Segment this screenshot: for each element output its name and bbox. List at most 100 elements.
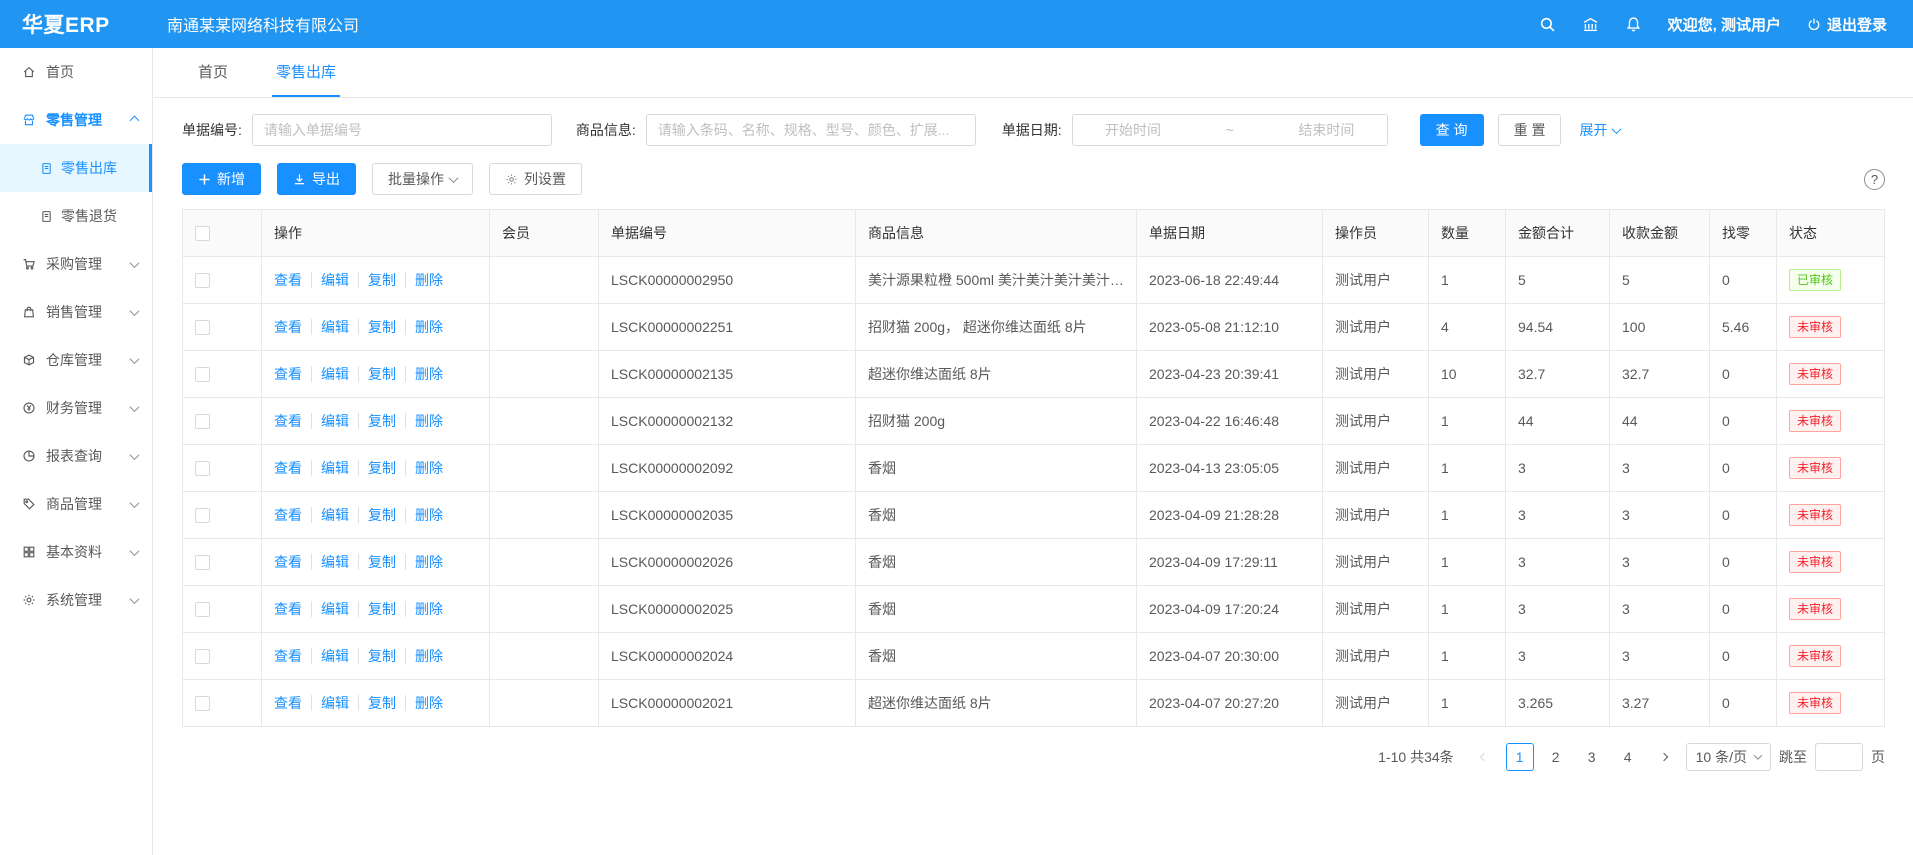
copy-link[interactable]: 复制 xyxy=(358,695,396,711)
delete-link[interactable]: 删除 xyxy=(405,601,443,617)
sidebar-item-home[interactable]: 首页 xyxy=(0,48,152,96)
sidebar-item-retail-outbound[interactable]: 零售出库 xyxy=(0,144,152,192)
chevron-right-icon xyxy=(1659,753,1667,761)
export-button[interactable]: 导出 xyxy=(277,163,356,195)
search-button[interactable]: 查 询 xyxy=(1420,114,1484,146)
sidebar-item-system[interactable]: 系统管理 xyxy=(0,576,152,624)
view-link[interactable]: 查看 xyxy=(274,648,302,664)
edit-link[interactable]: 编辑 xyxy=(311,272,349,288)
edit-link[interactable]: 编辑 xyxy=(311,601,349,617)
row-checkbox[interactable] xyxy=(195,320,210,335)
column-settings-button[interactable]: 列设置 xyxy=(489,163,582,195)
edit-link[interactable]: 编辑 xyxy=(311,554,349,570)
sidebar-item-sales[interactable]: 销售管理 xyxy=(0,288,152,336)
copy-link[interactable]: 复制 xyxy=(358,648,396,664)
row-checkbox[interactable] xyxy=(195,649,210,664)
row-checkbox[interactable] xyxy=(195,414,210,429)
bell-icon[interactable] xyxy=(1625,16,1642,33)
cell-total: 3 xyxy=(1506,633,1610,680)
copy-link[interactable]: 复制 xyxy=(358,460,396,476)
view-link[interactable]: 查看 xyxy=(274,601,302,617)
row-checkbox[interactable] xyxy=(195,696,210,711)
row-checkbox[interactable] xyxy=(195,273,210,288)
date-range-input[interactable]: 开始时间 ~ 结束时间 xyxy=(1072,114,1388,146)
page-button-3[interactable]: 3 xyxy=(1578,743,1606,771)
cell-status: 未审核 xyxy=(1777,304,1885,351)
row-checkbox[interactable] xyxy=(195,367,210,382)
search-icon[interactable] xyxy=(1539,16,1556,33)
delete-link[interactable]: 删除 xyxy=(405,319,443,335)
copy-link[interactable]: 复制 xyxy=(358,507,396,523)
row-checkbox[interactable] xyxy=(195,602,210,617)
sidebar-item-retail[interactable]: 零售管理 xyxy=(0,96,152,144)
sidebar-item-reports[interactable]: 报表查询 xyxy=(0,432,152,480)
tab-retail-outbound[interactable]: 零售出库 xyxy=(272,48,340,97)
cell-status: 已审核 xyxy=(1777,257,1885,304)
sidebar-item-finance[interactable]: 财务管理 xyxy=(0,384,152,432)
view-link[interactable]: 查看 xyxy=(274,554,302,570)
edit-link[interactable]: 编辑 xyxy=(311,507,349,523)
next-page-button[interactable] xyxy=(1650,743,1678,771)
bill-no-label: 单据编号: xyxy=(182,120,242,140)
batch-actions-button[interactable]: 批量操作 xyxy=(372,163,473,195)
cell-operator: 测试用户 xyxy=(1323,257,1429,304)
copy-link[interactable]: 复制 xyxy=(358,554,396,570)
delete-link[interactable]: 删除 xyxy=(405,554,443,570)
help-icon[interactable]: ? xyxy=(1864,169,1885,190)
row-checkbox[interactable] xyxy=(195,555,210,570)
view-link[interactable]: 查看 xyxy=(274,413,302,429)
view-link[interactable]: 查看 xyxy=(274,507,302,523)
edit-link[interactable]: 编辑 xyxy=(311,460,349,476)
add-button[interactable]: 新增 xyxy=(182,163,261,195)
copy-link[interactable]: 复制 xyxy=(358,601,396,617)
cell-total: 3.265 xyxy=(1506,680,1610,727)
copy-link[interactable]: 复制 xyxy=(358,366,396,382)
edit-link[interactable]: 编辑 xyxy=(311,648,349,664)
page-button-2[interactable]: 2 xyxy=(1542,743,1570,771)
logout-button[interactable]: 退出登录 xyxy=(1807,14,1887,35)
view-link[interactable]: 查看 xyxy=(274,366,302,382)
cell-goods: 超迷你维达面纸 8片 xyxy=(856,351,1137,398)
view-link[interactable]: 查看 xyxy=(274,460,302,476)
jump-page-input[interactable] xyxy=(1815,743,1863,771)
delete-link[interactable]: 删除 xyxy=(405,272,443,288)
page-button-1[interactable]: 1 xyxy=(1506,743,1534,771)
page-size-select[interactable]: 10 条/页 xyxy=(1686,743,1771,771)
bank-icon[interactable] xyxy=(1582,16,1599,33)
delete-link[interactable]: 删除 xyxy=(405,366,443,382)
column-header-operator: 操作员 xyxy=(1323,210,1429,257)
view-link[interactable]: 查看 xyxy=(274,695,302,711)
prev-page-button[interactable] xyxy=(1470,743,1498,771)
tab-home[interactable]: 首页 xyxy=(194,48,232,97)
app-logo: 华夏ERP xyxy=(0,9,153,39)
sidebar-item-basedata[interactable]: 基本资料 xyxy=(0,528,152,576)
delete-link[interactable]: 删除 xyxy=(405,648,443,664)
select-all-checkbox[interactable] xyxy=(195,226,210,241)
view-link[interactable]: 查看 xyxy=(274,272,302,288)
edit-link[interactable]: 编辑 xyxy=(311,695,349,711)
delete-link[interactable]: 删除 xyxy=(405,460,443,476)
sidebar-item-warehouse[interactable]: 仓库管理 xyxy=(0,336,152,384)
copy-link[interactable]: 复制 xyxy=(358,319,396,335)
row-checkbox[interactable] xyxy=(195,508,210,523)
edit-link[interactable]: 编辑 xyxy=(311,319,349,335)
cell-member xyxy=(490,586,599,633)
copy-link[interactable]: 复制 xyxy=(358,272,396,288)
row-checkbox[interactable] xyxy=(195,461,210,476)
delete-link[interactable]: 删除 xyxy=(405,413,443,429)
view-link[interactable]: 查看 xyxy=(274,319,302,335)
cell-change: 0 xyxy=(1710,680,1777,727)
sidebar-item-retail-return[interactable]: 零售退货 xyxy=(0,192,152,240)
delete-link[interactable]: 删除 xyxy=(405,695,443,711)
sidebar-item-purchase[interactable]: 采购管理 xyxy=(0,240,152,288)
bill-no-input[interactable] xyxy=(252,114,552,146)
edit-link[interactable]: 编辑 xyxy=(311,366,349,382)
copy-link[interactable]: 复制 xyxy=(358,413,396,429)
page-button-4[interactable]: 4 xyxy=(1614,743,1642,771)
goods-info-input[interactable] xyxy=(646,114,976,146)
expand-link[interactable]: 展开 xyxy=(1579,120,1620,140)
edit-link[interactable]: 编辑 xyxy=(311,413,349,429)
sidebar-item-goods[interactable]: 商品管理 xyxy=(0,480,152,528)
reset-button[interactable]: 重 置 xyxy=(1498,114,1562,146)
delete-link[interactable]: 删除 xyxy=(405,507,443,523)
